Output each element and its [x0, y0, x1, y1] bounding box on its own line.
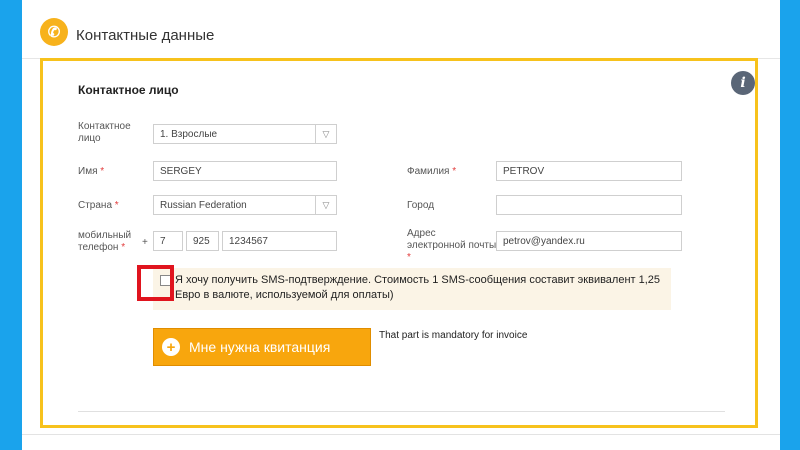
- country-value: Russian Federation: [160, 200, 247, 211]
- country-select[interactable]: Russian Federation ▽: [153, 195, 337, 215]
- receipt-button[interactable]: + Мне нужна квитанция: [153, 328, 371, 366]
- section-title: Контактные данные: [76, 27, 215, 44]
- invoice-note: That part is mandatory for invoice: [379, 330, 528, 341]
- highlight-box: [137, 265, 174, 301]
- last-name-label: Фамилия *: [407, 166, 457, 177]
- contact-person-select[interactable]: 1. Взрослые ▽: [153, 124, 337, 144]
- phone-operator-code-input[interactable]: 925: [186, 231, 219, 251]
- divider: [78, 411, 725, 412]
- phone-number-input[interactable]: 1234567: [222, 231, 337, 251]
- sms-notice-text: Я хочу получить SMS-подтверждение. Стоим…: [175, 274, 661, 301]
- receipt-button-label: Мне нужна квитанция: [189, 339, 331, 355]
- section-header: ✆ Контактные данные: [22, 0, 780, 59]
- phone-plus-sign: +: [142, 237, 148, 248]
- first-name-input[interactable]: SERGEY: [153, 161, 337, 181]
- phone-country-code-input[interactable]: 7: [153, 231, 183, 251]
- divider: [22, 434, 780, 435]
- chevron-down-icon: ▽: [315, 196, 336, 214]
- city-label: Город: [407, 200, 435, 211]
- info-icon[interactable]: i: [731, 71, 755, 95]
- contact-person-heading: Контактное лицо: [78, 83, 179, 97]
- first-name-label: Имя *: [78, 166, 105, 177]
- sms-notice: Я хочу получить SMS-подтверждение. Стоим…: [153, 268, 671, 310]
- city-input[interactable]: [496, 195, 682, 215]
- contact-panel: Контактное лицо i Контактное лицо 1. Взр…: [40, 58, 758, 428]
- plus-icon: +: [162, 338, 180, 356]
- email-label: Адрес электронной почты *: [407, 228, 497, 263]
- email-input[interactable]: petrov@yandex.ru: [496, 231, 682, 251]
- chevron-down-icon: ▽: [315, 125, 336, 143]
- phone-label: мобильный телефон *: [78, 230, 132, 253]
- contact-person-label: Контактное лицо: [78, 121, 131, 144]
- country-label: Страна *: [78, 200, 119, 211]
- contact-person-value: 1. Взрослые: [160, 129, 218, 140]
- page: ✆ Контактные данные Контактное лицо i Ко…: [22, 0, 780, 450]
- last-name-input[interactable]: PETROV: [496, 161, 682, 181]
- phone-icon: ✆: [40, 18, 68, 46]
